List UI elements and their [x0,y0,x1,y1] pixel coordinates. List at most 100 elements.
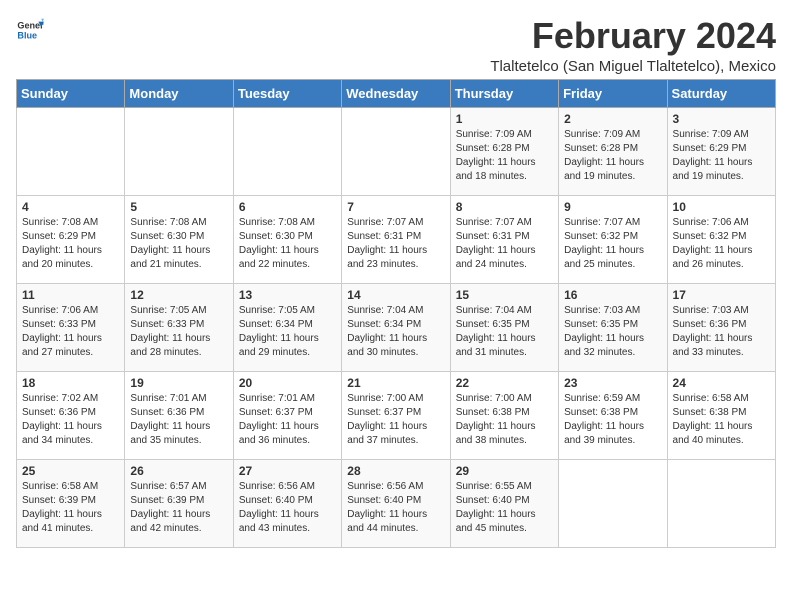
day-number: 8 [456,200,553,214]
day-details: Sunrise: 7:01 AM Sunset: 6:37 PM Dayligh… [239,392,336,448]
day-details: Sunrise: 7:08 AM Sunset: 6:30 PM Dayligh… [239,216,336,272]
day-number: 11 [22,288,119,302]
day-details: Sunrise: 7:03 AM Sunset: 6:35 PM Dayligh… [564,304,661,360]
day-number: 5 [130,200,227,214]
calendar-table: SundayMondayTuesdayWednesdayThursdayFrid… [16,79,776,548]
calendar-cell [342,107,450,195]
day-number: 20 [239,376,336,390]
day-number: 7 [347,200,444,214]
calendar-cell: 22 Sunrise: 7:00 AM Sunset: 6:38 PM Dayli… [450,371,558,459]
calendar-cell: 5 Sunrise: 7:08 AM Sunset: 6:30 PM Daylig… [125,195,233,283]
calendar-cell: 7 Sunrise: 7:07 AM Sunset: 6:31 PM Daylig… [342,195,450,283]
calendar-cell [17,107,125,195]
day-details: Sunrise: 7:06 AM Sunset: 6:32 PM Dayligh… [673,216,770,272]
day-number: 10 [673,200,770,214]
calendar-cell: 20 Sunrise: 7:01 AM Sunset: 6:37 PM Dayli… [233,371,341,459]
day-details: Sunrise: 7:03 AM Sunset: 6:36 PM Dayligh… [673,304,770,360]
calendar-cell: 14 Sunrise: 7:04 AM Sunset: 6:34 PM Dayli… [342,283,450,371]
calendar-cell: 19 Sunrise: 7:01 AM Sunset: 6:36 PM Dayli… [125,371,233,459]
day-details: Sunrise: 7:09 AM Sunset: 6:28 PM Dayligh… [564,128,661,184]
day-details: Sunrise: 6:55 AM Sunset: 6:40 PM Dayligh… [456,480,553,536]
day-number: 28 [347,464,444,478]
day-header-sunday: Sunday [17,79,125,107]
day-details: Sunrise: 7:04 AM Sunset: 6:34 PM Dayligh… [347,304,444,360]
calendar-cell [233,107,341,195]
calendar-cell: 29 Sunrise: 6:55 AM Sunset: 6:40 PM Dayli… [450,459,558,547]
calendar-cell: 1Sunrise: 7:09 AM Sunset: 6:28 PM Daylig… [450,107,558,195]
calendar-cell: 28 Sunrise: 6:56 AM Sunset: 6:40 PM Dayli… [342,459,450,547]
week-row-4: 18 Sunrise: 7:02 AM Sunset: 6:36 PM Dayli… [17,371,776,459]
calendar-body: 1 Sunrise: 7:09 AM Sunset: 6:28 PM Daylig… [17,107,776,547]
day-number: 2 [564,112,661,126]
logo: General Blue [16,16,44,44]
day-details: Sunrise: 7:08 AM Sunset: 6:29 PM Dayligh… [22,216,119,272]
day-header-saturday: Saturday [667,79,775,107]
day-header-thursday: Thursday [450,79,558,107]
day-details: Sunrise: 7:00 AM Sunset: 6:38 PM Dayligh… [456,392,553,448]
calendar-cell [667,459,775,547]
day-header-wednesday: Wednesday [342,79,450,107]
calendar-cell: 17 Sunrise: 7:03 AM Sunset: 6:36 PM Dayli… [667,283,775,371]
calendar-cell: 10 Sunrise: 7:06 AM Sunset: 6:32 PM Dayli… [667,195,775,283]
calendar-cell [559,459,667,547]
header: General Blue February 2024 Tlaltetelco (… [16,16,776,75]
day-number: 3 [673,112,770,126]
calendar-cell: 23Sunrise: 6:59 AM Sunset: 6:38 PM Dayli… [559,371,667,459]
day-details: Sunrise: 6:58 AM Sunset: 6:38 PM Dayligh… [673,392,770,448]
day-details: Sunrise: 6:59 AM Sunset: 6:38 PM Dayligh… [564,392,661,448]
day-number: 1 [456,112,553,126]
day-details: Sunrise: 7:08 AM Sunset: 6:30 PM Dayligh… [130,216,227,272]
day-number: 14 [347,288,444,302]
day-number: 24 [673,376,770,390]
month-title: February 2024 [490,16,776,56]
day-number: 12 [130,288,227,302]
calendar-cell: 18 Sunrise: 7:02 AM Sunset: 6:36 PM Dayli… [17,371,125,459]
day-details: Sunrise: 6:56 AM Sunset: 6:40 PM Dayligh… [239,480,336,536]
calendar-cell: 9 Sunrise: 7:07 AM Sunset: 6:32 PM Daylig… [559,195,667,283]
day-number: 19 [130,376,227,390]
calendar-cell: 25Sunrise: 6:58 AM Sunset: 6:39 PM Dayli… [17,459,125,547]
calendar-cell: 24 Sunrise: 6:58 AM Sunset: 6:38 PM Dayli… [667,371,775,459]
day-number: 18 [22,376,119,390]
svg-text:Blue: Blue [17,30,37,40]
calendar-cell: 26 Sunrise: 6:57 AM Sunset: 6:39 PM Dayli… [125,459,233,547]
title-area: February 2024 Tlaltetelco (San Miguel Tl… [490,16,776,75]
day-details: Sunrise: 7:02 AM Sunset: 6:36 PM Dayligh… [22,392,119,448]
week-row-5: 25Sunrise: 6:58 AM Sunset: 6:39 PM Dayli… [17,459,776,547]
day-details: Sunrise: 7:04 AM Sunset: 6:35 PM Dayligh… [456,304,553,360]
day-number: 9 [564,200,661,214]
day-details: Sunrise: 7:07 AM Sunset: 6:31 PM Dayligh… [347,216,444,272]
calendar-cell: 4 Sunrise: 7:08 AM Sunset: 6:29 PM Daylig… [17,195,125,283]
day-details: Sunrise: 7:09 AM Sunset: 6:29 PM Dayligh… [673,128,770,184]
calendar-cell [125,107,233,195]
day-number: 21 [347,376,444,390]
day-details: Sunrise: 6:56 AM Sunset: 6:40 PM Dayligh… [347,480,444,536]
day-number: 16 [564,288,661,302]
day-number: 26 [130,464,227,478]
day-details: Sunrise: 7:07 AM Sunset: 6:32 PM Dayligh… [564,216,661,272]
day-number: 27 [239,464,336,478]
day-details: Sunrise: 6:57 AM Sunset: 6:39 PM Dayligh… [130,480,227,536]
day-number: 29 [456,464,553,478]
calendar-cell: 3 Sunrise: 7:09 AM Sunset: 6:29 PM Daylig… [667,107,775,195]
calendar-cell: 16 Sunrise: 7:03 AM Sunset: 6:35 PM Dayli… [559,283,667,371]
day-details: Sunrise: 7:06 AM Sunset: 6:33 PM Dayligh… [22,304,119,360]
calendar-cell: 12Sunrise: 7:05 AM Sunset: 6:33 PM Dayli… [125,283,233,371]
day-number: 15 [456,288,553,302]
day-number: 17 [673,288,770,302]
calendar-cell: 15 Sunrise: 7:04 AM Sunset: 6:35 PM Dayli… [450,283,558,371]
calendar-header-row: SundayMondayTuesdayWednesdayThursdayFrid… [17,79,776,107]
calendar-cell: 21 Sunrise: 7:00 AM Sunset: 6:37 PM Dayli… [342,371,450,459]
day-header-tuesday: Tuesday [233,79,341,107]
day-number: 22 [456,376,553,390]
calendar-cell: 11 Sunrise: 7:06 AM Sunset: 6:33 PM Dayli… [17,283,125,371]
week-row-1: 1 Sunrise: 7:09 AM Sunset: 6:28 PM Daylig… [17,107,776,195]
day-details: Sunrise: 6:58 AM Sunset: 6:39 PM Dayligh… [22,480,119,536]
day-header-monday: Monday [125,79,233,107]
day-details: Sunrise: 7:00 AM Sunset: 6:37 PM Dayligh… [347,392,444,448]
week-row-3: 11 Sunrise: 7:06 AM Sunset: 6:33 PM Dayli… [17,283,776,371]
subtitle: Tlaltetelco (San Miguel Tlaltetelco), Me… [490,58,776,75]
day-number: 4 [22,200,119,214]
day-details: Sunrise: 7:07 AM Sunset: 6:31 PM Dayligh… [456,216,553,272]
day-details: Sunrise: 7:01 AM Sunset: 6:36 PM Dayligh… [130,392,227,448]
